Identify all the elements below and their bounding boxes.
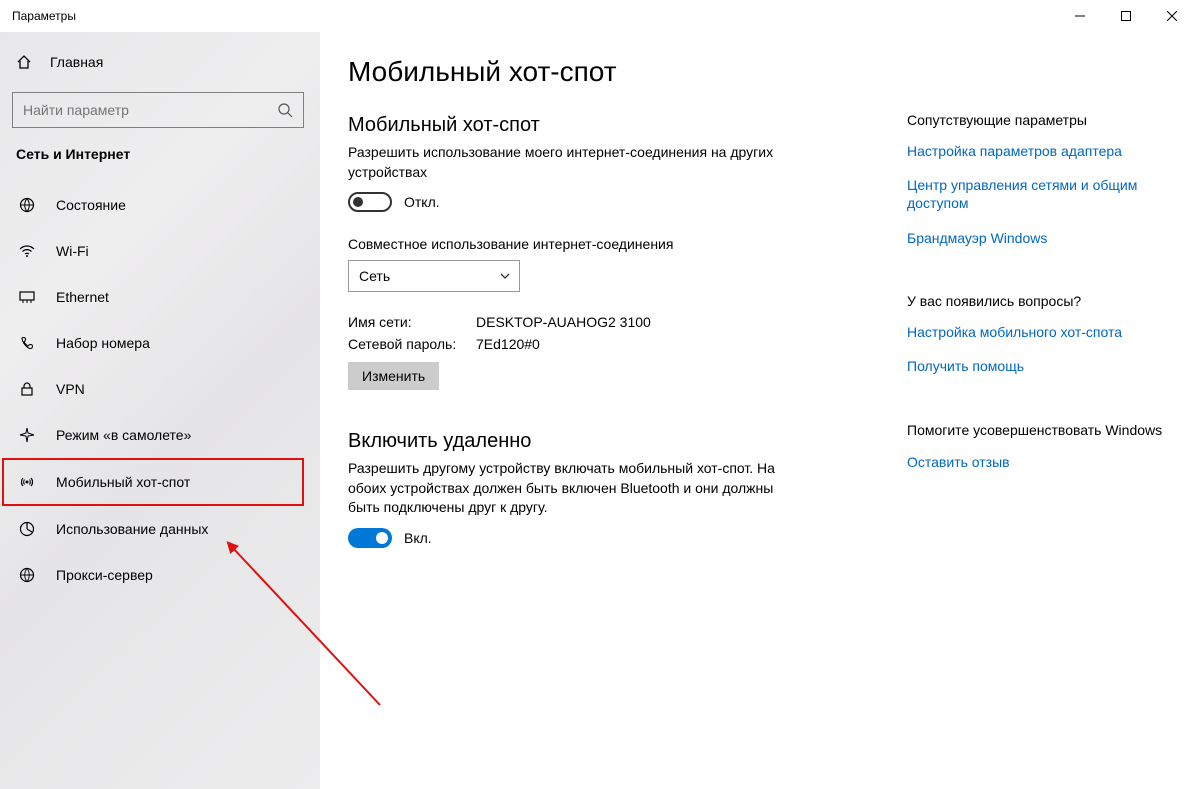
sidebar-nav: Состояние Wi-Fi Ethernet Набор номера VP… (0, 182, 320, 598)
link-firewall[interactable]: Брандмауэр Windows (907, 229, 1167, 247)
sidebar-item-ethernet[interactable]: Ethernet (0, 274, 320, 320)
status-icon (18, 197, 36, 213)
sidebar-item-label: Ethernet (56, 289, 109, 305)
window-title: Параметры (12, 9, 76, 23)
edit-button[interactable]: Изменить (348, 362, 439, 390)
hotspot-toggle-label: Откл. (404, 194, 440, 210)
sidebar-item-airplane[interactable]: Режим «в самолете» (0, 412, 320, 458)
remote-desc: Разрешить другому устройству включать мо… (348, 459, 788, 518)
sidebar-item-wifi[interactable]: Wi-Fi (0, 228, 320, 274)
net-name-label: Имя сети: (348, 314, 476, 330)
net-name-value: DESKTOP-AUAHOG2 3100 (476, 314, 651, 330)
sidebar-home[interactable]: Главная (0, 40, 320, 84)
sidebar-item-label: Режим «в самолете» (56, 427, 191, 443)
sidebar-item-label: Набор номера (56, 335, 150, 351)
link-feedback[interactable]: Оставить отзыв (907, 453, 1167, 471)
net-pass-label: Сетевой пароль: (348, 336, 476, 352)
link-get-help[interactable]: Получить помощь (907, 357, 1167, 375)
data-usage-icon (18, 521, 36, 537)
proxy-icon (18, 567, 36, 583)
page-title: Мобильный хот-спот (348, 56, 907, 88)
sidebar-category: Сеть и Интернет (0, 142, 320, 172)
remote-heading: Включить удаленно (348, 430, 907, 453)
share-select-value: Сеть (359, 268, 390, 284)
minimize-button[interactable] (1057, 0, 1103, 32)
remote-toggle[interactable] (348, 528, 392, 548)
main: Мобильный хот-спот Мобильный хот-спот Ра… (320, 32, 1195, 789)
share-label: Совместное использование интернет-соедин… (348, 236, 907, 252)
sidebar: Главная Сеть и Интернет Состояние Wi-Fi … (0, 32, 320, 789)
improve-heading: Помогите усовершенствовать Windows (907, 421, 1167, 439)
sidebar-item-label: VPN (56, 381, 85, 397)
airplane-icon (18, 427, 36, 443)
wifi-icon (18, 243, 36, 259)
search-icon (277, 102, 293, 118)
home-icon (16, 54, 32, 70)
sidebar-item-proxy[interactable]: Прокси-сервер (0, 552, 320, 598)
related-heading: Сопутствующие параметры (907, 112, 1167, 128)
dialup-icon (18, 335, 36, 351)
search-input-wrapper[interactable] (12, 92, 304, 128)
sidebar-item-vpn[interactable]: VPN (0, 366, 320, 412)
content: Мобильный хот-спот Мобильный хот-спот Ра… (348, 56, 907, 789)
sidebar-item-dialup[interactable]: Набор номера (0, 320, 320, 366)
chevron-down-icon (499, 270, 511, 282)
questions-heading: У вас появились вопросы? (907, 293, 1167, 309)
ethernet-icon (18, 289, 36, 305)
sidebar-home-label: Главная (50, 54, 103, 70)
window-controls (1057, 0, 1195, 32)
link-hotspot-setup[interactable]: Настройка мобильного хот-спота (907, 323, 1167, 341)
hotspot-desc: Разрешить использование моего интернет-с… (348, 143, 778, 182)
sidebar-item-label: Wi-Fi (56, 243, 89, 259)
maximize-button[interactable] (1103, 0, 1149, 32)
hotspot-icon (18, 474, 36, 490)
sidebar-item-label: Использование данных (56, 521, 208, 537)
share-select[interactable]: Сеть (348, 260, 520, 292)
hotspot-heading: Мобильный хот-спот (348, 114, 907, 137)
sidebar-item-label: Состояние (56, 197, 126, 213)
link-network-center[interactable]: Центр управления сетями и общим доступом (907, 176, 1167, 212)
sidebar-item-status[interactable]: Состояние (0, 182, 320, 228)
remote-toggle-label: Вкл. (404, 530, 432, 546)
close-button[interactable] (1149, 0, 1195, 32)
hotspot-toggle[interactable] (348, 192, 392, 212)
vpn-icon (18, 381, 36, 397)
sidebar-item-data-usage[interactable]: Использование данных (0, 506, 320, 552)
link-adapter-settings[interactable]: Настройка параметров адаптера (907, 142, 1167, 160)
titlebar: Параметры (0, 0, 1195, 32)
net-pass-value: 7Ed120#0 (476, 336, 540, 352)
sidebar-item-hotspot[interactable]: Мобильный хот-спот (2, 458, 304, 506)
sidebar-item-label: Прокси-сервер (56, 567, 153, 583)
search-input[interactable] (23, 102, 277, 118)
aside: Сопутствующие параметры Настройка параме… (907, 56, 1167, 789)
sidebar-item-label: Мобильный хот-спот (56, 474, 190, 490)
